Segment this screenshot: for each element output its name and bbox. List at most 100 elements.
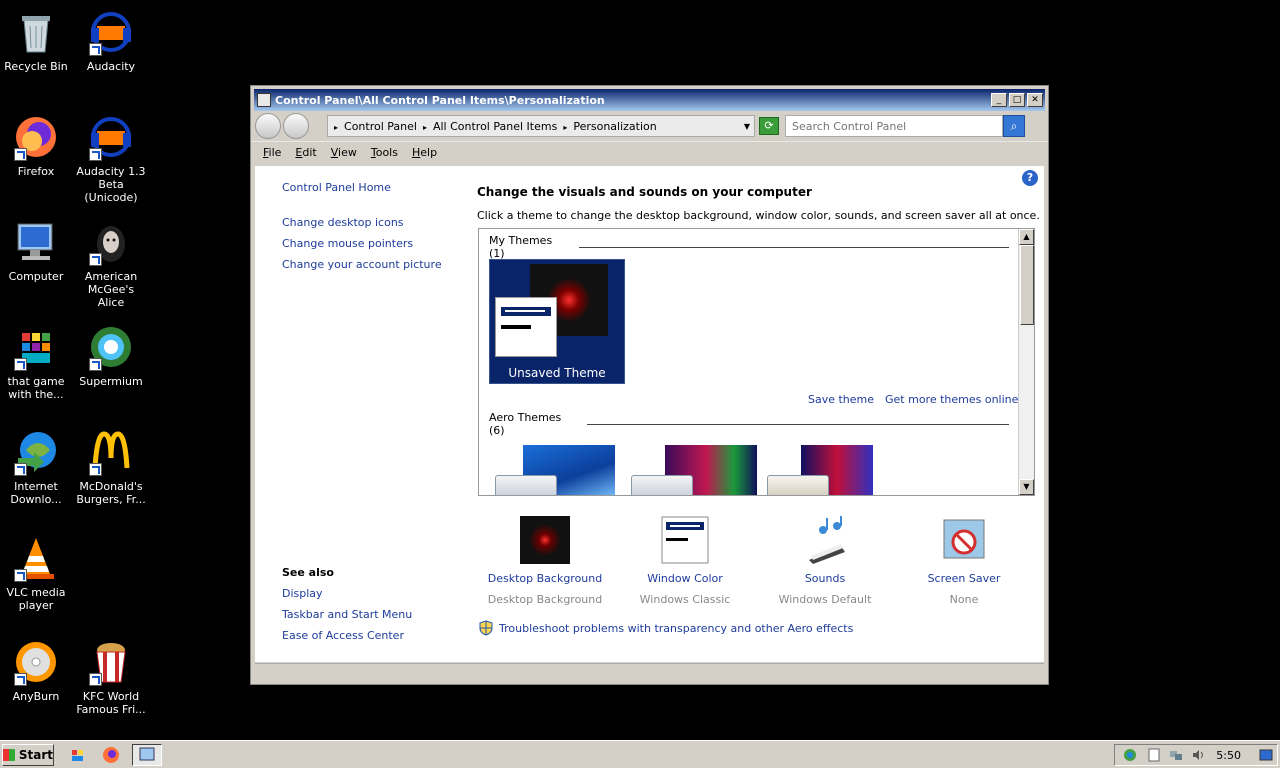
menu-bar: File Edit View Tools Help xyxy=(251,141,1048,163)
document-icon[interactable] xyxy=(1147,748,1161,762)
sounds-label: Sounds xyxy=(804,572,846,585)
internet-download-manager-icon xyxy=(12,428,60,476)
network-icon[interactable] xyxy=(1169,748,1183,762)
troubleshoot-row[interactable]: Troubleshoot problems with transparency … xyxy=(479,620,853,636)
scroll-thumb[interactable] xyxy=(1020,245,1034,325)
link-display[interactable]: Display xyxy=(282,587,323,600)
link-ease-of-access[interactable]: Ease of Access Center xyxy=(282,629,404,642)
taskbar-control-panel-button[interactable] xyxy=(132,744,162,766)
link-taskbar-start-menu[interactable]: Taskbar and Start Menu xyxy=(282,608,412,621)
theme-aero-2[interactable] xyxy=(629,445,759,495)
screen-saver-item[interactable]: Screen Saver None xyxy=(906,516,1022,606)
desktop-icon-mcdonalds[interactable]: McDonald's Burgers, Fr... xyxy=(73,428,149,506)
breadcrumb-control-panel[interactable]: Control Panel xyxy=(334,120,417,133)
desktop-icon-anyburn[interactable]: AnyBurn xyxy=(0,638,74,703)
back-button[interactable] xyxy=(255,113,281,139)
desktop-background-item[interactable]: Desktop Background Desktop Background xyxy=(487,516,603,606)
mcdonalds-icon xyxy=(87,428,135,476)
my-themes-section: My Themes (1) xyxy=(489,234,1009,260)
search-icon[interactable]: ⌕ xyxy=(1003,115,1025,137)
scroll-up-button[interactable]: ▲ xyxy=(1019,229,1034,245)
firefox-icon xyxy=(12,113,60,161)
theme-aero-3[interactable] xyxy=(765,445,895,495)
scroll-down-button[interactable]: ▼ xyxy=(1019,479,1034,495)
desktop-icon-recycle-bin[interactable]: Recycle Bin xyxy=(0,8,74,73)
theme-name: Unsaved Theme xyxy=(508,366,606,380)
page-title: Change the visuals and sounds on your co… xyxy=(477,185,812,199)
window-color-value: Windows Classic xyxy=(639,593,731,606)
game-icon xyxy=(12,323,60,371)
desktop-icon-alice[interactable]: American McGee's Alice xyxy=(73,218,149,309)
maximize-button[interactable]: □ xyxy=(1009,93,1025,107)
get-more-themes-link[interactable]: Get more themes online xyxy=(885,393,1018,406)
menu-file[interactable]: File xyxy=(263,146,281,159)
window-titlebar[interactable]: Control Panel\All Control Panel Items\Pe… xyxy=(254,89,1045,111)
close-button[interactable]: ✕ xyxy=(1027,93,1043,107)
volume-icon[interactable] xyxy=(1191,748,1205,762)
desktop-icon-label: McDonald's Burgers, Fr... xyxy=(76,480,146,506)
recycle-bin-icon xyxy=(12,8,60,56)
quick-launch-firefox-icon[interactable] xyxy=(102,746,120,764)
menu-edit[interactable]: Edit xyxy=(295,146,316,159)
link-change-mouse-pointers[interactable]: Change mouse pointers xyxy=(282,237,413,250)
forward-button[interactable] xyxy=(283,113,309,139)
system-tray: 5:50 xyxy=(1114,744,1278,766)
breadcrumb-all-items[interactable]: All Control Panel Items xyxy=(423,120,557,133)
shield-icon xyxy=(479,620,493,636)
address-bar[interactable]: Control Panel All Control Panel Items Pe… xyxy=(327,115,755,137)
desktop-icon-kfc[interactable]: KFC World Famous Fri... xyxy=(73,638,149,716)
window-title: Control Panel\All Control Panel Items\Pe… xyxy=(275,93,605,107)
desktop-icon-vlc[interactable]: VLC media player xyxy=(0,534,74,612)
screen-saver-icon xyxy=(940,516,988,564)
desktop-icon-label: AnyBurn xyxy=(12,690,60,703)
menu-help[interactable]: Help xyxy=(412,146,437,159)
desktop-icon-computer[interactable]: Computer xyxy=(0,218,74,283)
desktop-icon-game[interactable]: that game with the... xyxy=(0,323,74,401)
breadcrumb-personalization[interactable]: Personalization xyxy=(563,120,656,133)
theme-list-scrollbar[interactable]: ▲ ▼ xyxy=(1018,229,1034,495)
kfc-bucket-icon xyxy=(87,638,135,686)
desktop-icon-label: that game with the... xyxy=(7,375,65,401)
page-description: Click a theme to change the desktop back… xyxy=(477,209,1040,222)
save-theme-link[interactable]: Save theme xyxy=(808,393,874,406)
sounds-value: Windows Default xyxy=(778,593,872,606)
help-icon[interactable]: ? xyxy=(1022,170,1038,186)
system-clock[interactable]: 5:50 xyxy=(1216,749,1241,762)
link-change-desktop-icons[interactable]: Change desktop icons xyxy=(282,216,404,229)
network-globe-icon[interactable] xyxy=(1123,748,1137,762)
link-change-account-picture[interactable]: Change your account picture xyxy=(282,258,442,271)
show-desktop-icon[interactable] xyxy=(1259,748,1273,762)
start-button[interactable]: Start xyxy=(2,744,54,766)
screen-saver-value: None xyxy=(949,593,979,606)
search-input[interactable] xyxy=(785,115,1003,137)
desktop-icon-firefox[interactable]: Firefox xyxy=(0,113,74,178)
desktop-icon-label: Firefox xyxy=(17,165,55,178)
menu-view[interactable]: View xyxy=(331,146,357,159)
window-color-label: Window Color xyxy=(647,572,723,585)
desktop-background-icon xyxy=(520,516,570,564)
sounds-item[interactable]: Sounds Windows Default xyxy=(767,516,883,606)
troubleshoot-link[interactable]: Troubleshoot problems with transparency … xyxy=(499,622,853,635)
theme-list: My Themes (1) Unsaved Theme Save theme G… xyxy=(478,228,1035,496)
desktop-icon-audacity-beta[interactable]: Audacity 1.3 Beta (Unicode) xyxy=(73,113,149,204)
screen-saver-label: Screen Saver xyxy=(927,572,1001,585)
chevron-down-icon[interactable]: ▼ xyxy=(744,122,750,131)
desktop-icon-supermium[interactable]: Supermium xyxy=(73,323,149,388)
personalization-window: Control Panel\All Control Panel Items\Pe… xyxy=(250,85,1049,685)
window-color-icon xyxy=(661,516,709,564)
desktop-icon-idm[interactable]: Internet Downlo... xyxy=(0,428,74,506)
window-color-item[interactable]: Window Color Windows Classic xyxy=(627,516,743,606)
my-themes-label: My Themes (1) xyxy=(489,234,553,260)
desktop-icon-label: Audacity xyxy=(86,60,136,73)
desktop-icon-label: Recycle Bin xyxy=(4,60,68,73)
menu-tools[interactable]: Tools xyxy=(371,146,398,159)
minimize-button[interactable]: _ xyxy=(991,93,1007,107)
link-control-panel-home[interactable]: Control Panel Home xyxy=(282,181,391,194)
desktop-icon-audacity[interactable]: Audacity xyxy=(73,8,149,73)
theme-unsaved[interactable]: Unsaved Theme xyxy=(489,259,625,384)
refresh-button[interactable]: ⟳ xyxy=(759,117,779,135)
theme-aero-windows[interactable] xyxy=(493,445,623,495)
quick-launch-game-icon[interactable] xyxy=(70,746,88,764)
audacity-icon xyxy=(87,8,135,56)
control-panel-icon xyxy=(257,93,271,107)
